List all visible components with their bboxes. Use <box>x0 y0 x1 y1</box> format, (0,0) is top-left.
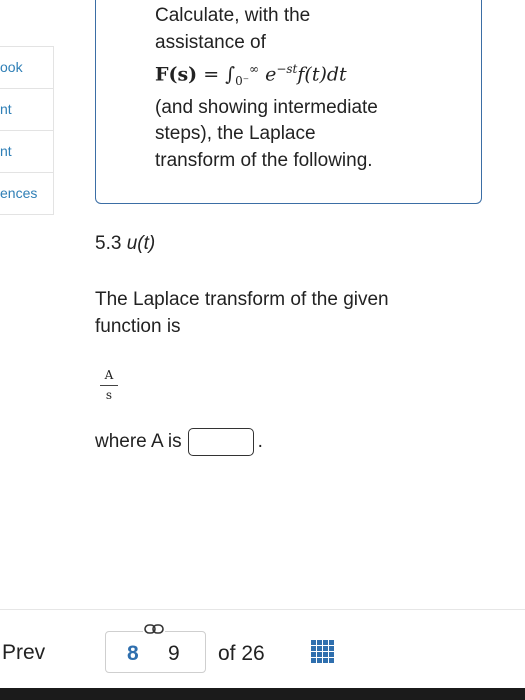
question-line: steps), the Laplace <box>155 123 316 145</box>
formula-exp-base: e <box>265 63 277 86</box>
formula-integrand: f(t)dt <box>297 63 347 86</box>
question-line: transform of the following. <box>155 149 373 171</box>
formula-lhs: F(s) <box>155 63 198 86</box>
formula-equals: = <box>197 63 226 86</box>
question-text: Calculate, with the assistance of F(s) =… <box>155 3 455 174</box>
question-line: Calculate, with the <box>155 5 311 26</box>
answer-fraction: A s <box>100 368 118 402</box>
fraction-numerator: A <box>104 368 114 382</box>
link-icon <box>143 622 165 636</box>
fraction-bar <box>100 385 118 386</box>
integral-sign: ∫ <box>225 63 236 86</box>
sidebar-item-hint[interactable]: nt <box>0 131 54 173</box>
system-bar <box>0 688 525 700</box>
integral-lower-limit: 0⁻ <box>235 74 250 89</box>
sidebar-item-print[interactable]: nt <box>0 89 54 131</box>
fraction-denominator: s <box>105 388 113 402</box>
answer-prompt: where A is <box>95 431 182 452</box>
sidebar-item-ebook[interactable]: ook <box>0 46 54 89</box>
question-line: assistance of <box>155 31 266 53</box>
formula-exponent: −st <box>276 62 298 76</box>
question-line: (and showing intermediate <box>155 96 378 118</box>
laplace-formula: F(s) = ∫0⁻∞ e−stf(t)dt <box>155 56 455 95</box>
sidebar-item-references[interactable]: ences <box>0 173 54 215</box>
page-current[interactable]: 8 <box>127 642 139 666</box>
integral-upper-limit: ∞ <box>249 62 260 76</box>
problem-number: 5.3 <box>95 233 127 254</box>
sidebar-item-label: ences <box>0 185 38 201</box>
prev-button[interactable]: Prev <box>2 641 45 665</box>
answer-period: . <box>257 431 263 452</box>
grid-icon[interactable] <box>311 640 334 663</box>
page-total: of 26 <box>218 642 265 665</box>
page-next[interactable]: 9 <box>168 642 180 666</box>
answer-input[interactable] <box>187 428 254 456</box>
sidebar: ook nt nt ences <box>0 46 54 215</box>
sidebar-item-label: nt <box>0 143 12 159</box>
problem-label: 5.3 u(t) <box>95 233 155 255</box>
sidebar-item-label: nt <box>0 101 12 117</box>
sidebar-item-label: ook <box>0 59 23 75</box>
divider <box>0 609 525 610</box>
answer-line: where A is . <box>95 428 263 456</box>
answer-intro: The Laplace transform of the given funct… <box>95 289 389 337</box>
problem-function: u(t) <box>126 233 156 254</box>
page-selector[interactable] <box>105 631 206 673</box>
